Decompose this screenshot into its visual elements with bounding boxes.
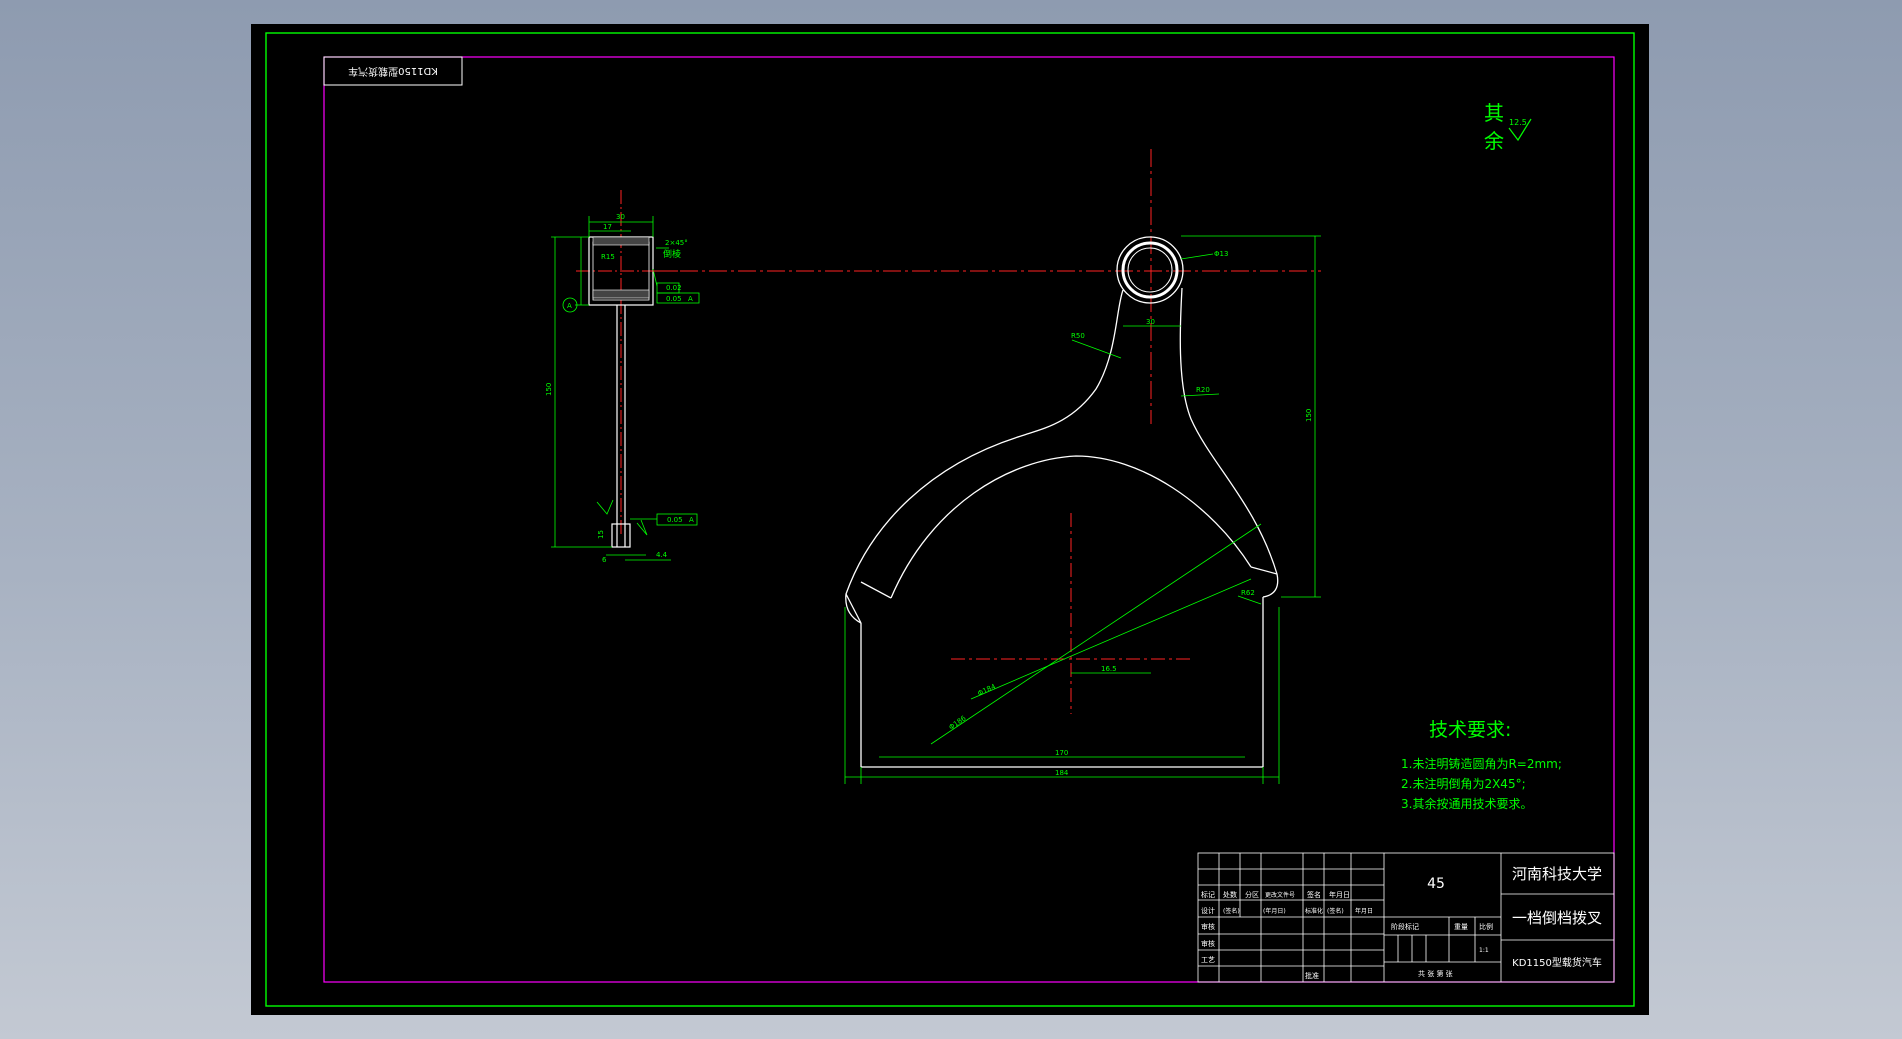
stamp-label: KD1150型载货汽车 [348,65,438,78]
tech-item-2: 2.未注明倒角为2X45°; [1401,776,1526,791]
svg-text:184: 184 [1055,769,1069,777]
svg-text:共 张 第 张: 共 张 第 张 [1418,969,1453,978]
svg-text:30: 30 [1146,318,1155,326]
svg-text:Φ186: Φ186 [948,714,968,732]
svg-text:6: 6 [602,556,607,564]
svg-text:签名: 签名 [1307,890,1321,899]
roughness-value: 12.5 [1509,118,1527,127]
svg-text:(签名): (签名) [1327,907,1344,915]
svg-text:17: 17 [603,223,612,231]
svg-text:2×45°: 2×45° [665,239,688,247]
svg-text:阶段标记: 阶段标记 [1391,922,1419,931]
svg-text:0.05: 0.05 [666,295,682,303]
school-name: 河南科技大学 [1512,865,1602,883]
svg-text:R15: R15 [601,253,615,261]
svg-text:(签名): (签名) [1223,907,1240,915]
tech-item-3: 3.其余按通用技术要求。 [1401,796,1532,811]
roughness-text-2: 余 [1484,129,1504,153]
drawing-sheet: KD1150型载货汽车 其 余 12.5 30 17 R15 2×45° 倒棱 … [251,24,1649,1015]
svg-text:R62: R62 [1241,589,1255,597]
svg-text:R20: R20 [1196,386,1210,394]
svg-text:170: 170 [1055,749,1068,757]
outer-border [265,32,1635,1007]
svg-text:更改文件号: 更改文件号 [1265,891,1295,899]
svg-text:工艺: 工艺 [1201,956,1215,964]
svg-text:0.05: 0.05 [667,516,683,524]
roughness-text-1: 其 [1484,101,1504,125]
svg-text:设计: 设计 [1201,906,1215,915]
svg-text:(年月日): (年月日) [1263,907,1286,915]
project-name: KD1150型载货汽车 [1512,956,1602,969]
svg-text:处数: 处数 [1223,890,1237,899]
svg-text:4.4: 4.4 [656,551,668,559]
hub-outer [1116,236,1184,304]
svg-text:A: A [688,295,693,303]
svg-text:分区: 分区 [1245,890,1259,899]
svg-text:A: A [689,516,694,524]
svg-text:年月日: 年月日 [1329,890,1350,899]
svg-text:Φ184: Φ184 [976,682,997,697]
main-view: R50 R20 30 Φ13 150 R62 Φ184 Φ186 170 184… [651,149,1321,784]
title-block: 标记 处数 分区 更改文件号 签名 年月日 设计 (签名) (年月日) 标准化 … [1197,852,1615,983]
svg-text:审核: 审核 [1201,939,1215,948]
svg-text:标准化: 标准化 [1305,907,1323,915]
svg-text:15: 15 [597,530,605,539]
svg-text:审核: 审核 [1201,922,1215,931]
tech-requirements: 技术要求: 1.未注明铸造圆角为R=2mm; 2.未注明倒角为2X45°; 3.… [1401,719,1562,811]
svg-text:150: 150 [1305,409,1313,422]
svg-text:A: A [567,302,572,310]
tech-item-1: 1.未注明铸造圆角为R=2mm; [1401,756,1562,771]
svg-text:倒棱: 倒棱 [663,248,681,260]
svg-text:R50: R50 [1071,332,1085,340]
material-value: 45 [1427,876,1445,892]
svg-text:30: 30 [616,213,625,221]
svg-text:150: 150 [545,383,553,396]
svg-text:16.5: 16.5 [1101,665,1117,673]
tech-title: 技术要求: [1429,719,1511,741]
svg-text:重量: 重量 [1454,923,1468,931]
svg-text:标记: 标记 [1201,890,1215,899]
svg-text:Φ13: Φ13 [1214,250,1228,258]
hub-inner [1121,241,1179,299]
svg-text:0.02: 0.02 [666,284,682,292]
inner-border [323,56,1615,983]
svg-text:年月日: 年月日 [1355,907,1373,915]
side-view-labels: 30 17 R15 2×45° 倒棱 0.02 0.05 A A 0.05 A … [545,213,694,564]
part-name: 一档倒档拨叉 [1512,909,1602,927]
svg-text:1:1: 1:1 [1479,947,1489,954]
cad-drawing: KD1150型载货汽车 其 余 12.5 30 17 R15 2×45° 倒棱 … [265,32,1635,1007]
svg-text:比例: 比例 [1479,922,1493,931]
svg-text:批准: 批准 [1305,971,1319,980]
